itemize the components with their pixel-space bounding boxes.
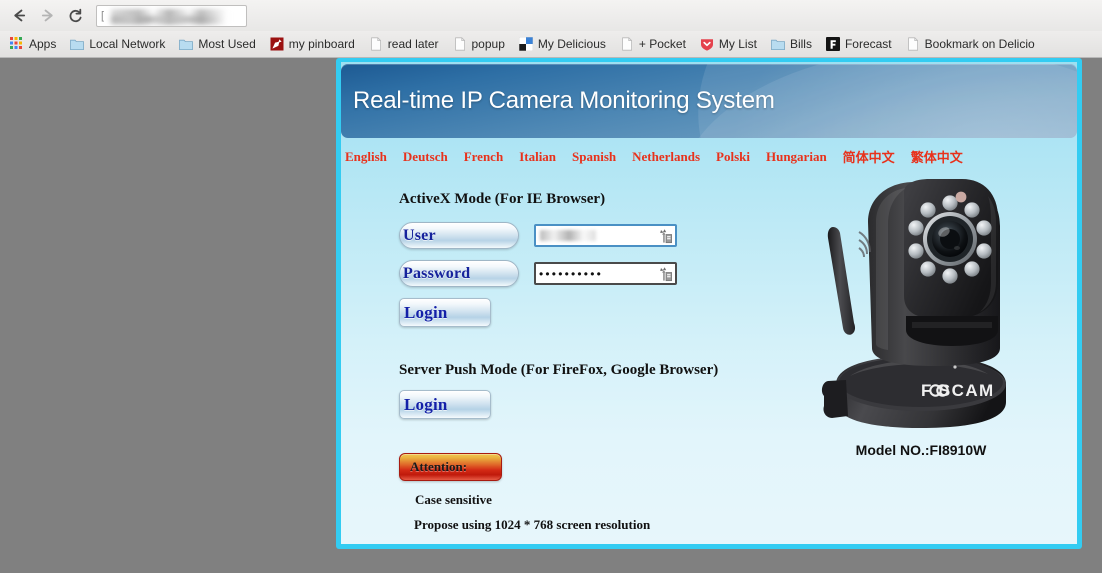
camera-model-label: Model NO.:FI8910W [855, 442, 987, 458]
user-label: User [403, 226, 436, 244]
user-label-button[interactable]: User [399, 222, 519, 249]
bookmarks-bar: Apps Local Network Most Used my pinboard [0, 31, 1102, 57]
bookmark-local-network[interactable]: Local Network [63, 35, 172, 53]
page-icon [906, 37, 920, 51]
password-label-button[interactable]: Password [399, 260, 519, 287]
back-arrow-icon [11, 7, 28, 24]
folder-icon [179, 37, 194, 51]
language-link-netherlands[interactable]: Netherlands [632, 149, 711, 165]
pushpin-icon [270, 37, 284, 51]
bookmark-bookmark-on-delicious[interactable]: Bookmark on Delicio [899, 35, 1042, 53]
forward-arrow-icon [39, 7, 56, 24]
attention-label: Attention: [410, 459, 468, 474]
password-label: Password [403, 264, 471, 282]
camera-illustration-block: F SCAM Model NO.:FI8910W [787, 170, 1055, 458]
reload-icon [67, 7, 84, 24]
bookmark-label: Forecast [844, 37, 892, 51]
forecast-f-icon [825, 37, 840, 51]
language-link-italian[interactable]: Italian [519, 149, 567, 165]
bookmark-popup[interactable]: popup [446, 35, 512, 53]
user-input[interactable] [534, 224, 677, 247]
delicious-squares-icon [518, 37, 533, 51]
activex-login-label: Login [404, 302, 448, 322]
page-icon [369, 37, 383, 51]
attention-badge: Attention: [399, 453, 502, 481]
serverpush-login-button[interactable]: Login [399, 390, 491, 419]
bookmark-label: popup [471, 37, 505, 51]
browser-chrome: [ Apps Local Network Most Used my pinboa… [0, 0, 1102, 58]
language-link-french[interactable]: French [464, 149, 514, 165]
page-inner: Real-time IP Camera Monitoring System En… [341, 62, 1077, 544]
language-link-english[interactable]: English [345, 149, 398, 165]
browser-navigation-bar: [ [0, 0, 1102, 31]
user-value-redacted [540, 230, 596, 241]
password-value: •••••••••• [539, 266, 604, 281]
bookmark-label: Local Network [89, 37, 166, 51]
folder-icon [70, 37, 85, 51]
language-link-spanish[interactable]: Spanish [572, 149, 627, 165]
bookmark-pocket-add[interactable]: + Pocket [613, 35, 693, 53]
bookmark-most-used[interactable]: Most Used [172, 35, 262, 53]
password-input[interactable]: •••••••••• [534, 262, 677, 285]
bookmark-label: + Pocket [638, 37, 686, 51]
attention-note-case-sensitive: Case sensitive [415, 492, 492, 507]
bookmark-label: Bookmark on Delicio [924, 37, 1035, 51]
language-selector: English Deutsch French Italian Spanish N… [341, 144, 1077, 169]
language-link-hungarian[interactable]: Hungarian [766, 149, 838, 165]
bookmark-label: Apps [29, 37, 57, 51]
page-icon [620, 37, 634, 51]
password-manager-key-icon[interactable] [658, 228, 673, 244]
language-link-traditional-chinese[interactable]: 繁体中文 [911, 147, 974, 166]
url-input[interactable]: [ [96, 4, 247, 27]
language-link-simplified-chinese[interactable]: 简体中文 [843, 147, 906, 166]
activex-login-button[interactable]: Login [399, 298, 491, 327]
reload-button[interactable] [62, 3, 88, 29]
language-link-deutsch[interactable]: Deutsch [403, 149, 459, 165]
bookmark-label: My List [718, 37, 757, 51]
language-link-polski[interactable]: Polski [716, 149, 761, 165]
bookmark-apps[interactable]: Apps [3, 35, 63, 53]
bookmark-label: My Delicious [537, 37, 606, 51]
apps-grid-icon [10, 37, 24, 51]
serverpush-login-label: Login [404, 394, 448, 414]
folder-icon [771, 37, 785, 51]
bookmark-forecast[interactable]: Forecast [819, 35, 899, 53]
url-leading-char: [ [101, 9, 105, 22]
shield-heart-icon [700, 37, 714, 51]
browser-viewport: Real-time IP Camera Monitoring System En… [0, 58, 1102, 573]
bookmark-bills[interactable]: Bills [764, 35, 819, 53]
page-icon [453, 37, 467, 51]
bookmark-my-pinboard[interactable]: my pinboard [263, 35, 362, 53]
camera-login-page: Real-time IP Camera Monitoring System En… [336, 58, 1082, 549]
forward-button[interactable] [34, 3, 60, 29]
bookmark-my-delicious[interactable]: My Delicious [512, 35, 613, 53]
bookmark-label: read later [387, 37, 439, 51]
bookmark-read-later[interactable]: read later [362, 35, 446, 53]
bookmark-label: Most Used [198, 37, 256, 51]
foscam-brand-text: F SCAM [921, 381, 995, 400]
page-title: Real-time IP Camera Monitoring System [353, 87, 775, 114]
back-button[interactable] [6, 3, 32, 29]
password-manager-key-icon[interactable] [658, 266, 673, 282]
ip-camera-icon: F SCAM [787, 170, 1055, 438]
bookmark-label: Bills [789, 37, 812, 51]
bookmark-my-list[interactable]: My List [693, 35, 764, 53]
attention-block: Attention: Case sensitive Propose using … [399, 453, 1077, 533]
page-banner: Real-time IP Camera Monitoring System [341, 64, 1077, 138]
url-redacted-overlay [109, 8, 231, 25]
attention-note-resolution: Propose using 1024 * 768 screen resoluti… [414, 517, 651, 532]
bookmark-label: my pinboard [288, 37, 355, 51]
